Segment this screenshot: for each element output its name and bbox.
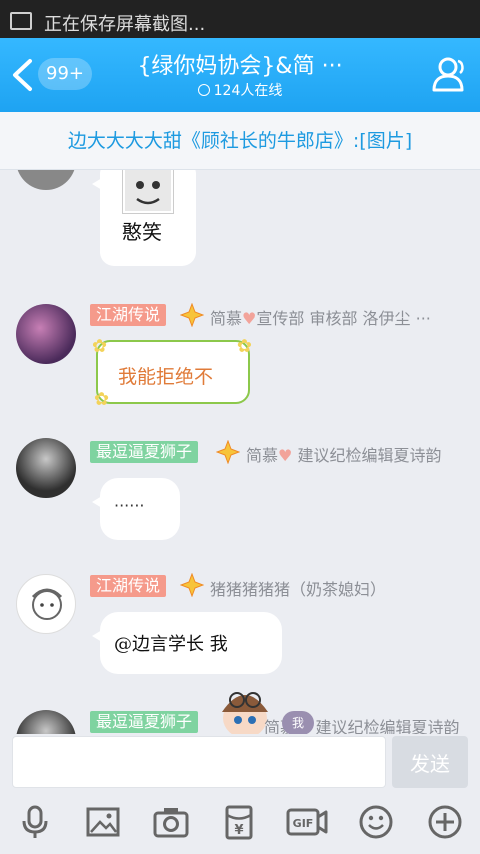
avatar[interactable] [16, 438, 76, 498]
camera-icon[interactable] [153, 804, 189, 840]
member-title-tag: 最逗逼夏狮子 [90, 441, 199, 463]
sender-name-rest: 建议纪检编辑夏诗韵 [315, 718, 460, 734]
sender-name: 简慕♥ 建议纪检编辑夏诗韵 [246, 442, 474, 466]
message-text: ······ [114, 496, 145, 515]
flower-icon: ✿ [94, 389, 110, 410]
mic-icon[interactable] [17, 804, 53, 840]
flower-icon: ✿ [92, 336, 108, 357]
sticker-caption: 我能拒绝不 [118, 366, 214, 388]
gif-icon[interactable]: GIF [286, 804, 328, 840]
input-toolbar: ¥ GIF [0, 792, 480, 854]
send-button[interactable]: 发送 [392, 736, 468, 788]
chevron-left-icon [13, 59, 32, 91]
sparkle-icon [180, 303, 204, 327]
svg-text:¥: ¥ [234, 823, 243, 838]
sticker-face-image [122, 170, 174, 214]
online-icon [197, 84, 210, 96]
chat-area[interactable]: 憨笑 江湖传说 简慕♥宣传部 审核部 洛伊尘 ··· 我能拒绝不 ✿ ✿ ✿ 最… [0, 170, 480, 734]
avatar[interactable] [16, 170, 76, 190]
unread-badge: 99+ [38, 58, 92, 90]
image-icon[interactable] [85, 804, 121, 840]
avatar[interactable] [16, 710, 76, 734]
member-title-tag: 江湖传说 [90, 304, 167, 326]
latest-message-notice[interactable]: 边大大大大甜《顾社长的牛郎店》:[图片] [0, 112, 480, 170]
sparkle-icon [180, 573, 204, 597]
online-count: 124人在线 [110, 80, 370, 100]
me-badge: 我 [282, 711, 314, 734]
online-count-text: 124人在线 [213, 83, 283, 99]
input-bar: 发送 [0, 734, 480, 792]
sticker-bubble[interactable]: 我能拒绝不 ✿ ✿ ✿ [92, 336, 252, 410]
member-title-tag: 最逗逼夏狮子 [90, 711, 199, 733]
sender-name-main: 简慕 [246, 446, 279, 465]
emoji-icon[interactable] [358, 804, 394, 840]
flower-icon: ✿ [236, 336, 252, 357]
avatar[interactable] [16, 304, 76, 364]
status-text: 正在保存屏幕截图... [44, 14, 206, 35]
heart-icon: ♥ [242, 309, 257, 328]
message-input[interactable] [12, 736, 386, 788]
message-bubble[interactable]: @边言学长 我 [92, 612, 282, 674]
plus-icon[interactable] [427, 804, 463, 840]
back-button[interactable]: 99+ [8, 54, 92, 94]
sticker-bubble[interactable]: 憨笑 [92, 170, 196, 266]
sender-name-rest: 宣传部 审核部 洛伊尘 ··· [256, 309, 431, 328]
heart-icon: ♥ [278, 446, 293, 465]
sparkle-icon [216, 440, 240, 464]
screenshot-icon [10, 12, 32, 30]
member-title-tag: 江湖传说 [90, 575, 167, 597]
svg-text:GIF: GIF [293, 817, 314, 830]
sender-name-rest: 建议纪检编辑夏诗韵 [297, 446, 442, 465]
header: 99+ {绿你妈协会}&简 ··· 124人在线 [0, 38, 480, 112]
avatar[interactable] [16, 574, 76, 634]
page-title: {绿你妈协会}&简 ··· [137, 54, 343, 79]
status-bar: 正在保存屏幕截图... [0, 0, 480, 38]
message-bubble[interactable]: ······ [92, 478, 180, 540]
group-members-icon[interactable] [428, 54, 468, 94]
sender-name: 猪猪猪猪猪（奶茶媳妇） [210, 580, 387, 599]
message-text: @边言学长 我 [114, 634, 228, 655]
red-packet-icon[interactable]: ¥ [221, 804, 257, 840]
sticker-caption: 憨笑 [122, 220, 162, 244]
sender-name: 简慕♥宣传部 审核部 洛伊尘 ··· [210, 305, 470, 329]
sender-name-main: 简慕 [210, 309, 243, 328]
